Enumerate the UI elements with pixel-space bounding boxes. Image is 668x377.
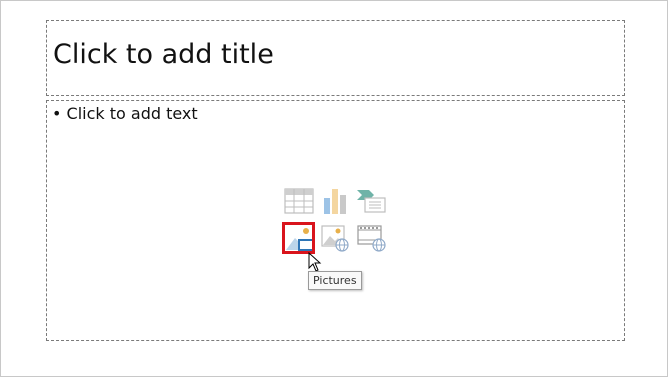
title-placeholder-text: Click to add title — [53, 39, 274, 70]
insert-video-icon[interactable] — [355, 223, 387, 253]
online-pictures-icon[interactable] — [319, 223, 351, 253]
insert-chart-icon[interactable] — [319, 186, 351, 216]
mouse-cursor-icon — [308, 252, 322, 272]
insert-table-icon[interactable] — [283, 186, 315, 216]
title-placeholder[interactable]: Click to add title — [46, 20, 625, 96]
pictures-icon-highlight — [282, 222, 315, 254]
content-placeholder[interactable]: • Click to add text — [46, 100, 625, 341]
content-placeholder-text: • Click to add text — [52, 104, 198, 123]
insert-smartart-icon[interactable] — [355, 186, 387, 216]
slide-canvas: Click to add title • Click to add text P… — [0, 0, 668, 377]
pictures-tooltip: Pictures — [308, 271, 362, 290]
